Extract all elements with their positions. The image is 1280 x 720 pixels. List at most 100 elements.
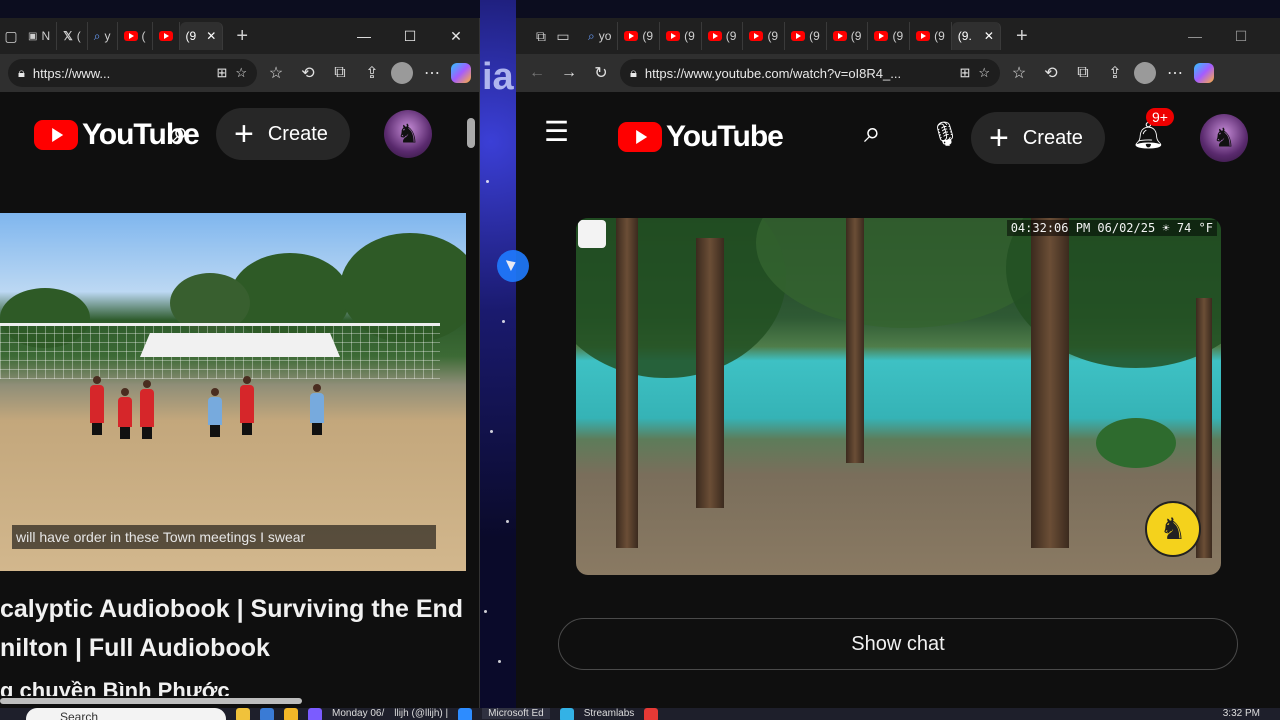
history-icon[interactable]: ⟲ (295, 63, 321, 83)
favorites-icon[interactable]: ☆ (1006, 63, 1032, 83)
close-window-icon[interactable]: ✕ (1264, 28, 1280, 45)
search-icon[interactable]: ⌕ (172, 116, 189, 150)
right-tab-3[interactable]: (9 (660, 22, 702, 50)
wallpaper-text: ia (482, 56, 514, 98)
copilot-icon[interactable] (1194, 63, 1214, 83)
right-tab-6[interactable]: (9 (785, 22, 827, 50)
refresh-icon[interactable]: ↻ (588, 63, 614, 83)
right-tab-2[interactable]: (9 (618, 22, 661, 50)
workspaces-icon[interactable]: ⧉ (530, 28, 552, 45)
create-button[interactable]: + Create (971, 112, 1105, 164)
left-tab-3[interactable]: ⌕ y (88, 22, 118, 50)
forward-icon[interactable]: → (556, 64, 582, 82)
new-tab-icon[interactable]: + (1011, 25, 1033, 48)
right-tab-5[interactable]: (9 (743, 22, 786, 50)
account-avatar[interactable] (384, 110, 432, 158)
left-tab-5[interactable] (153, 22, 180, 50)
right-tab-8[interactable]: (9 (868, 22, 911, 50)
taskbar-item-x[interactable]: llijh (@llijh) | (394, 708, 448, 719)
taskbar-app-icon[interactable] (284, 708, 298, 720)
new-tab-icon[interactable]: + (231, 25, 253, 48)
taskbar-item-calendar[interactable]: Monday 06/ (332, 708, 384, 719)
maximize-icon[interactable]: ☐ (1218, 28, 1264, 45)
menu-icon[interactable]: ☰ (544, 118, 569, 146)
profile-avatar-icon[interactable] (1134, 62, 1156, 84)
youtube-icon (707, 31, 722, 41)
favorite-star-icon[interactable]: ☆ (235, 65, 247, 81)
more-icon[interactable]: ⋯ (1162, 63, 1188, 83)
notifications-button[interactable]: 🔔︎ 9+ (1132, 108, 1174, 151)
apps-icon[interactable]: ⊞ (216, 65, 227, 81)
player (118, 388, 132, 439)
history-icon[interactable]: ⟲ (1038, 63, 1064, 83)
left-address-bar[interactable]: 🔒︎ https://www... ⊞ ☆ (8, 59, 257, 87)
screenshot-icon[interactable]: ⧉ (1070, 64, 1096, 82)
taskbar-clock[interactable]: 3:32 PM (1223, 708, 1260, 719)
create-button[interactable]: + Create (216, 108, 350, 160)
horizontal-scrollbar[interactable] (0, 698, 302, 704)
plus-icon: + (989, 119, 1009, 157)
minimize-icon[interactable]: — (1172, 28, 1218, 44)
right-tab-7[interactable]: (9 (827, 22, 869, 50)
show-chat-button[interactable]: Show chat (558, 618, 1238, 670)
right-tab-9[interactable]: (9 (910, 22, 952, 50)
right-address-bar[interactable]: 🔒︎ https://www.youtube.com/watch?v=oI8R4… (620, 59, 1000, 87)
taskbar: Search Monday 06/ llijh (@llijh) | Micro… (0, 708, 1280, 720)
youtube-logo[interactable]: YouTube (618, 120, 784, 154)
left-tab-2[interactable]: 𝕏 ( (57, 22, 88, 50)
right-tab-active[interactable]: (9. ✕ (951, 22, 1001, 50)
profile-avatar-icon[interactable] (391, 62, 413, 84)
vertical-scrollbar[interactable] (467, 118, 475, 148)
taskbar-search[interactable]: Search (26, 708, 226, 720)
x-icon: 𝕏 (63, 29, 73, 43)
close-tab-icon[interactable]: ✕ (984, 29, 994, 43)
minimize-icon[interactable]: — (341, 28, 387, 44)
taskbar-app-icon[interactable] (308, 708, 322, 720)
right-tab-4[interactable]: (9 (702, 22, 744, 50)
left-tab-active[interactable]: (9 ✕ (179, 22, 224, 50)
left-video-player[interactable]: will have order in these Town meetings I… (0, 213, 466, 571)
left-tab-4[interactable]: ( (118, 22, 153, 50)
account-avatar[interactable] (1200, 114, 1248, 162)
share-icon[interactable]: ⇪ (1102, 63, 1128, 83)
search-icon: ⌕ (588, 28, 595, 43)
vertical-tabs-icon[interactable]: ▭ (552, 28, 574, 45)
taskbar-widgets-icon[interactable] (236, 708, 250, 720)
favorites-icon[interactable]: ☆ (263, 63, 289, 83)
search-icon[interactable]: ⌕ (864, 116, 881, 150)
left-browser-window: ▢ ▣ N 𝕏 ( ⌕ y ( (9 ✕ + — ☐ ✕ 🔒︎ https://… (0, 18, 480, 708)
video-timestamp: 04:32:06 PM 06/02/25 ☀ 74 °F (1006, 220, 1217, 236)
taskbar-item-edge[interactable]: Microsoft Ed (482, 708, 550, 719)
more-icon[interactable]: ⋯ (419, 63, 445, 83)
left-address-row: 🔒︎ https://www... ⊞ ☆ ☆ ⟲ ⧉ ⇪ ⋯ (0, 54, 479, 92)
right-window-controls: — ☐ ✕ (1172, 18, 1280, 54)
microphone-icon[interactable]: 🎙︎ (930, 120, 960, 149)
taskbar-item-streamlabs[interactable]: Streamlabs (584, 708, 635, 719)
tree-trunk (846, 218, 864, 463)
copilot-icon[interactable] (451, 63, 471, 83)
taskbar-app-icon[interactable] (260, 708, 274, 720)
close-tab-icon[interactable]: ✕ (206, 29, 216, 43)
youtube-icon (874, 31, 889, 41)
taskbar-app-icon[interactable] (559, 708, 574, 720)
tent (140, 333, 340, 357)
right-video-player[interactable]: 04:32:06 PM 06/02/25 ☀ 74 °F ♞ (576, 218, 1221, 575)
left-window-controls: — ☐ ✕ (341, 18, 479, 54)
back-icon[interactable]: ← (524, 64, 550, 82)
workspaces-icon[interactable]: ▢ (0, 28, 22, 45)
favorite-star-icon[interactable]: ☆ (978, 65, 990, 81)
player (240, 376, 254, 435)
right-tab-1[interactable]: ⌕ yo (582, 22, 619, 50)
taskbar-app-icon[interactable] (644, 708, 659, 720)
right-youtube-header: ☰ YouTube ⌕ 🎙︎ + Create 🔔︎ 9+ (516, 92, 1280, 182)
close-window-icon[interactable]: ✕ (433, 28, 479, 45)
player (140, 380, 154, 439)
taskbar-app-icon[interactable] (458, 708, 473, 720)
apps-icon[interactable]: ⊞ (959, 65, 970, 81)
screenshot-icon[interactable]: ⧉ (327, 64, 353, 82)
maximize-icon[interactable]: ☐ (387, 28, 433, 45)
channel-name: g chuyền Bình Phước (0, 678, 230, 696)
share-icon[interactable]: ⇪ (359, 63, 385, 83)
deer-logo-icon: ♞ (1145, 501, 1201, 557)
left-tab-1[interactable]: ▣ N (22, 22, 58, 50)
